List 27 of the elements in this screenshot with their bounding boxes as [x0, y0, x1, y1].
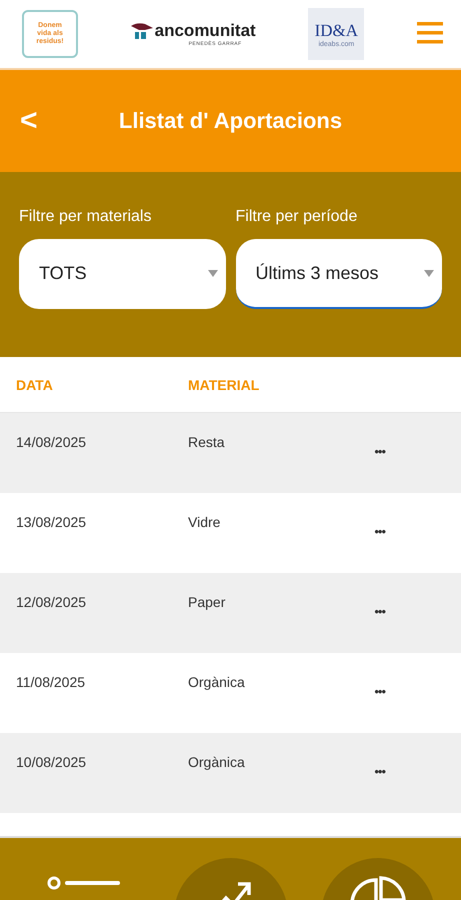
date-cell-text: 11/08/2025 [16, 674, 86, 692]
date-cell-text: 14/08/2025 [16, 434, 88, 452]
filter-dropdown[interactable]: TOTS [19, 239, 226, 309]
column-header: DATA [16, 376, 54, 392]
more-button[interactable]: ••• [374, 521, 385, 541]
material-cell-text: Resta [188, 434, 225, 452]
more-button[interactable]: ••• [374, 601, 385, 621]
more-button[interactable]: ••• [374, 441, 385, 461]
more-button[interactable]: ••• [374, 761, 385, 781]
caret-icon [208, 270, 218, 276]
more-button[interactable]: ••• [374, 681, 385, 701]
material-cell-text: Paper [188, 594, 226, 612]
material-cell-text: Orgànica [188, 674, 245, 692]
date-cell-text: 12/08/2025 [16, 594, 88, 612]
filter-dropdown[interactable]: Últims 3 mesos [236, 239, 442, 309]
list-icon [46, 876, 120, 890]
caret-icon [424, 270, 434, 276]
filter-label: Filtre per materials [19, 208, 152, 226]
date-cell-text: 10/08/2025 [16, 754, 88, 772]
filter-label: Filtre per període [236, 208, 358, 226]
material-cell-text: Orgànica [188, 754, 245, 772]
page-title: Llistat d' Aportacions [118, 108, 344, 134]
material-cell-text: Vidre [188, 514, 220, 532]
date-cell-text: 13/08/2025 [16, 514, 88, 532]
logo-mark-icon [130, 22, 153, 40]
logo-name: ancomunitat [154, 21, 256, 40]
column-header: MATERIAL [188, 376, 260, 392]
